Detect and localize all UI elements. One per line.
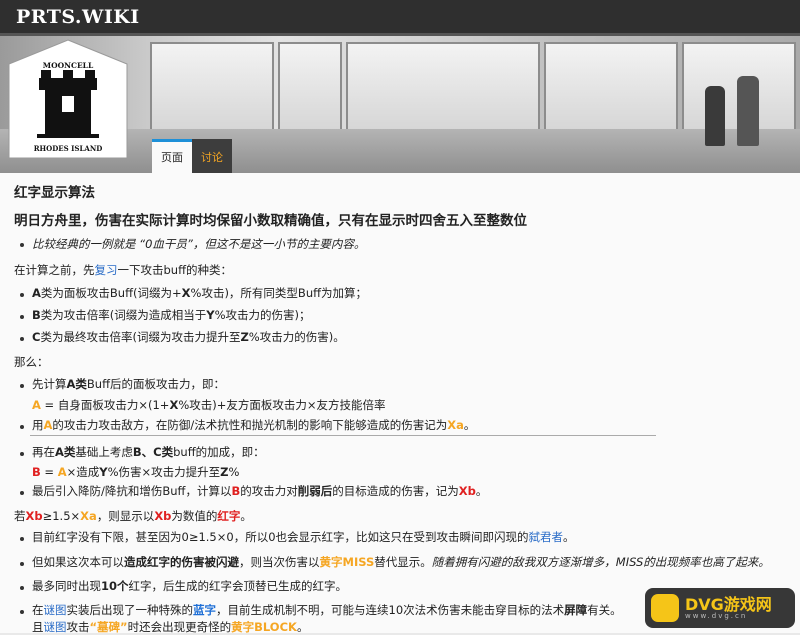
tab-page[interactable]: 页面 bbox=[152, 139, 192, 173]
note-4-line: 在谜图实装后出现了一种特殊的蓝字，目前生成机制不明，可能与连续10次法术伤害未能… bbox=[32, 603, 622, 617]
mystery-map-link[interactable]: 谜图 bbox=[44, 603, 67, 617]
svg-text:RHODES ISLAND: RHODES ISLAND bbox=[34, 144, 103, 153]
type-a-line: A类为面板攻击Buff(词缀为+X%攻击)，所有同类型Buff为加算； bbox=[32, 286, 368, 300]
banner-character bbox=[705, 86, 725, 146]
watermark-subtext: www.dvg.cn bbox=[685, 612, 748, 620]
tower-icon bbox=[37, 70, 99, 138]
bullet-dot bbox=[20, 337, 24, 341]
mystery-map-link-2[interactable]: 谜图 bbox=[44, 620, 67, 634]
tab-discussion[interactable]: 讨论 bbox=[192, 139, 232, 173]
bullet-dot bbox=[20, 537, 24, 541]
type-b-line: B类为攻击倍率(词缀为造成相当于Y%攻击力的伤害)； bbox=[32, 308, 311, 322]
bullet-dot bbox=[20, 610, 24, 614]
mooncell-rhodes-island-badge[interactable]: MOONCELL RHODES ISLAND bbox=[7, 38, 129, 166]
top-bar: PRTS.WIKI bbox=[0, 0, 800, 36]
bullet-dot bbox=[20, 293, 24, 297]
note-line: 比较经典的一例就是 “0血干员”，但这不是这一小节的主要内容。 bbox=[32, 237, 366, 251]
then-line: 那么： bbox=[14, 355, 49, 369]
formula-b-line: B = A×造成Y%伤害×攻击力提升至Z% bbox=[32, 465, 240, 479]
type-c-line: C类为最终攻击倍率(词缀为攻击力提升至Z%攻击力的伤害)。 bbox=[32, 330, 345, 344]
condition-line: 若Xb≥1.5×Xa，则显示以Xb为数值的红字。 bbox=[14, 509, 252, 523]
section-title: 红字显示算法 bbox=[14, 185, 95, 201]
step-2-line: 用A的攻击力攻击敌方，在防御/法术抗性和抛光机制的影响下能够造成的伤害记为Xa。 bbox=[32, 418, 476, 432]
bullet-dot bbox=[20, 562, 24, 566]
bullet-dot bbox=[20, 243, 24, 247]
bullet-dot bbox=[20, 384, 24, 388]
banner-window bbox=[278, 42, 342, 132]
step-1-line: 先计算A类Buff后的面板攻击力，即： bbox=[32, 377, 226, 391]
banner-window bbox=[150, 42, 274, 132]
gamepad-icon bbox=[651, 594, 679, 622]
intro-line: 在计算之前，先复习一下攻击buff的种类： bbox=[14, 263, 233, 277]
bullet-dot bbox=[20, 425, 24, 429]
banner-window bbox=[544, 42, 678, 132]
review-link[interactable]: 复习 bbox=[95, 263, 118, 277]
regicide-link[interactable]: 弑君者 bbox=[529, 530, 564, 544]
note-3-line: 最多同时出现10个红字，后生成的红字会顶替已生成的红字。 bbox=[32, 579, 348, 593]
note-2-line: 但如果这次本可以造成红字的伤害被闪避，则当次伤害以黄字MISS替代显示。随着拥有… bbox=[32, 555, 770, 569]
note-1-line: 目前红字没有下限，甚至因为0≥1.5×0，所以0也会显示红字，比如这只在受到攻击… bbox=[32, 530, 575, 544]
svg-text:MOONCELL: MOONCELL bbox=[43, 61, 94, 70]
formula-a-line: A = 自身面板攻击力×(1+X%攻击)+友方面板攻击力×友方技能倍率 bbox=[32, 398, 386, 412]
subtitle: 明日方舟里，伤害在实际计算时均保留小数取精确值，只有在显示时四舍五入至整数位 bbox=[14, 213, 527, 229]
bullet-dot bbox=[20, 452, 24, 456]
bullet-dot bbox=[20, 586, 24, 590]
divider bbox=[30, 435, 656, 436]
banner-character bbox=[737, 76, 759, 146]
banner-window bbox=[346, 42, 540, 132]
bullet-dot bbox=[20, 491, 24, 495]
step-3-line: 再在A类基础上考虑B、C类buff的加成，即： bbox=[32, 445, 265, 459]
watermark-logo: DVG游戏网 www.dvg.cn bbox=[645, 588, 795, 628]
page-tabs: 页面 讨论 bbox=[152, 139, 232, 173]
article-content: 红字显示算法 明日方舟里，伤害在实际计算时均保留小数取精确值，只有在显示时四舍五… bbox=[0, 173, 800, 634]
site-title[interactable]: PRTS.WIKI bbox=[16, 6, 140, 28]
step-4-line: 最后引入降防/降抗和增伤Buff，计算以B的攻击力对削弱后的目标造成的伤害，记为… bbox=[32, 484, 488, 498]
bullet-dot bbox=[20, 315, 24, 319]
